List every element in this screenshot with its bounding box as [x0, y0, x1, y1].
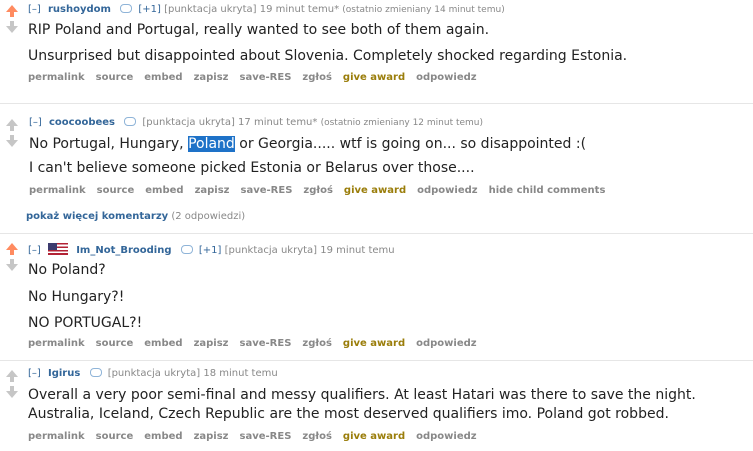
comment-actions: permalink source embed zapisz save-RES zgłoś g…	[28, 431, 488, 443]
us-flag-icon	[48, 243, 68, 255]
give-award-button[interactable]: give award	[343, 431, 405, 442]
report-button[interactable]: zgłoś	[302, 431, 332, 442]
source-button[interactable]: source	[96, 72, 134, 83]
reply-button[interactable]: odpowiedz	[416, 72, 476, 83]
report-button[interactable]: zgłoś	[302, 72, 332, 83]
comment-tagline: [–] Im_Not_Brooding [+1] [punktacja ukry…	[28, 243, 395, 257]
upvote-arrow-icon[interactable]	[6, 370, 18, 377]
collapse-toggle[interactable]: [–]	[28, 4, 41, 15]
comment-line: NO PORTUGAL?!	[28, 315, 143, 331]
author-link[interactable]: rushoydom	[48, 4, 111, 15]
embed-button[interactable]: embed	[144, 72, 182, 83]
timestamp: 19 minut temu	[320, 245, 395, 256]
comment-actions: permalink source embed zapisz save-RES zgłoś g…	[28, 338, 488, 350]
edited-note: (ostatnio zmieniany 14 minut temu)	[342, 5, 505, 15]
downvote-arrow-icon[interactable]	[6, 26, 18, 33]
save-button[interactable]: zapisz	[194, 72, 229, 83]
comment-line: No Portugal, Hungary, Poland or Georgia.…	[29, 136, 587, 152]
embed-button[interactable]: embed	[145, 185, 183, 196]
comment-bubble-icon[interactable]	[180, 245, 193, 254]
comment-line: Unsurprised but disappointed about Slove…	[28, 48, 628, 64]
score-hidden: [punktacja ukryta]	[224, 245, 318, 256]
collapse-toggle[interactable]: [–]	[28, 245, 41, 256]
hide-child-comments-button[interactable]: hide child comments	[489, 185, 606, 196]
author-link[interactable]: Igirus	[48, 368, 80, 379]
score-link[interactable]: [+1]	[138, 4, 161, 15]
permalink-button[interactable]: permalink	[28, 431, 85, 442]
save-res-button[interactable]: save-RES	[240, 72, 292, 83]
selected-text: Poland	[188, 136, 235, 152]
report-button[interactable]: zgłoś	[302, 338, 332, 349]
collapse-toggle[interactable]: [–]	[29, 117, 42, 128]
comment-body: No Poland? No Hungary?! NO PORTUGAL?!	[28, 261, 142, 332]
upvote-arrow-icon[interactable]	[6, 5, 18, 12]
permalink-button[interactable]: permalink	[28, 338, 85, 349]
reply-button[interactable]: odpowiedz	[416, 338, 476, 349]
embed-button[interactable]: embed	[144, 338, 182, 349]
divider	[0, 360, 753, 361]
save-button[interactable]: zapisz	[194, 338, 229, 349]
save-button[interactable]: zapisz	[195, 185, 230, 196]
source-button[interactable]: source	[97, 185, 135, 196]
source-button[interactable]: source	[96, 338, 134, 349]
score-hidden: [punktacja ukryta]	[107, 368, 201, 379]
collapse-toggle[interactable]: [–]	[28, 368, 41, 379]
give-award-button[interactable]: give award	[344, 185, 406, 196]
comment-line: Australia, Iceland, Czech Republic are t…	[28, 406, 669, 422]
comment-line: No Hungary?!	[28, 289, 125, 305]
upvote-arrow-icon[interactable]	[6, 243, 18, 250]
comment-tagline: [–] rushoydom [+1] [punktacja ukryta] 19…	[28, 4, 505, 16]
embed-button[interactable]: embed	[144, 431, 182, 442]
comment-line: RIP Poland and Portugal, really wanted t…	[28, 22, 490, 38]
source-button[interactable]: source	[96, 431, 134, 442]
divider	[0, 233, 753, 234]
edited-note: (ostatnio zmieniany 12 minut temu)	[320, 118, 484, 128]
downvote-arrow-icon[interactable]	[6, 391, 18, 398]
save-button[interactable]: zapisz	[194, 431, 229, 442]
score-hidden: [punktacja ukryta]	[164, 4, 257, 15]
downvote-arrow-icon[interactable]	[6, 140, 18, 147]
comment-bubble-icon[interactable]	[124, 117, 137, 126]
downvote-arrow-icon[interactable]	[6, 264, 18, 271]
comment-body: RIP Poland and Portugal, really wanted t…	[28, 21, 627, 65]
save-res-button[interactable]: save-RES	[240, 338, 292, 349]
comment-body: No Portugal, Hungary, Poland or Georgia.…	[29, 135, 586, 177]
comment-line: No Poland?	[28, 262, 106, 278]
reply-button[interactable]: odpowiedz	[417, 185, 477, 196]
comment-line: Overall a very poor semi-final and messy…	[28, 387, 696, 403]
comment-bubble-icon[interactable]	[120, 4, 133, 13]
comment-bubble-icon[interactable]	[89, 368, 102, 377]
divider	[0, 103, 753, 104]
permalink-button[interactable]: permalink	[28, 72, 85, 83]
report-button[interactable]: zgłoś	[303, 185, 333, 196]
comment-actions: permalink source embed zapisz save-RES zgłoś g…	[29, 185, 616, 197]
comment-tagline: [–] coocoobees [punktacja ukryta] 17 min…	[29, 117, 483, 129]
give-award-button[interactable]: give award	[343, 338, 405, 349]
save-res-button[interactable]: save-RES	[240, 431, 292, 442]
save-res-button[interactable]: save-RES	[241, 185, 293, 196]
comment-body: Overall a very poor semi-final and messy…	[28, 386, 696, 423]
load-more-comments: pokaż więcej komentarzy (2 odpowiedzi)	[26, 211, 245, 222]
comment-actions: permalink source embed zapisz save-RES zgłoś g…	[28, 72, 488, 84]
more-replies-count: (2 odpowiedzi)	[171, 211, 246, 222]
permalink-button[interactable]: permalink	[29, 185, 86, 196]
timestamp: 19 minut temu*	[259, 4, 340, 15]
give-award-button[interactable]: give award	[343, 72, 405, 83]
comment-tagline: [–] Igirus [punktacja ukryta] 18 minut t…	[28, 368, 278, 380]
author-link[interactable]: Im_Not_Brooding	[76, 245, 171, 256]
author-link[interactable]: coocoobees	[49, 117, 115, 128]
load-more-comments-link[interactable]: pokaż więcej komentarzy	[26, 211, 168, 222]
score-hidden: [punktacja ukryta]	[142, 117, 235, 128]
comment-line: I can't believe someone picked Estonia o…	[29, 160, 475, 176]
reply-button[interactable]: odpowiedz	[416, 431, 476, 442]
timestamp: 17 minut temu*	[238, 117, 318, 128]
score-link[interactable]: [+1]	[199, 245, 222, 256]
timestamp: 18 minut temu	[203, 368, 278, 379]
upvote-arrow-icon[interactable]	[6, 119, 18, 126]
